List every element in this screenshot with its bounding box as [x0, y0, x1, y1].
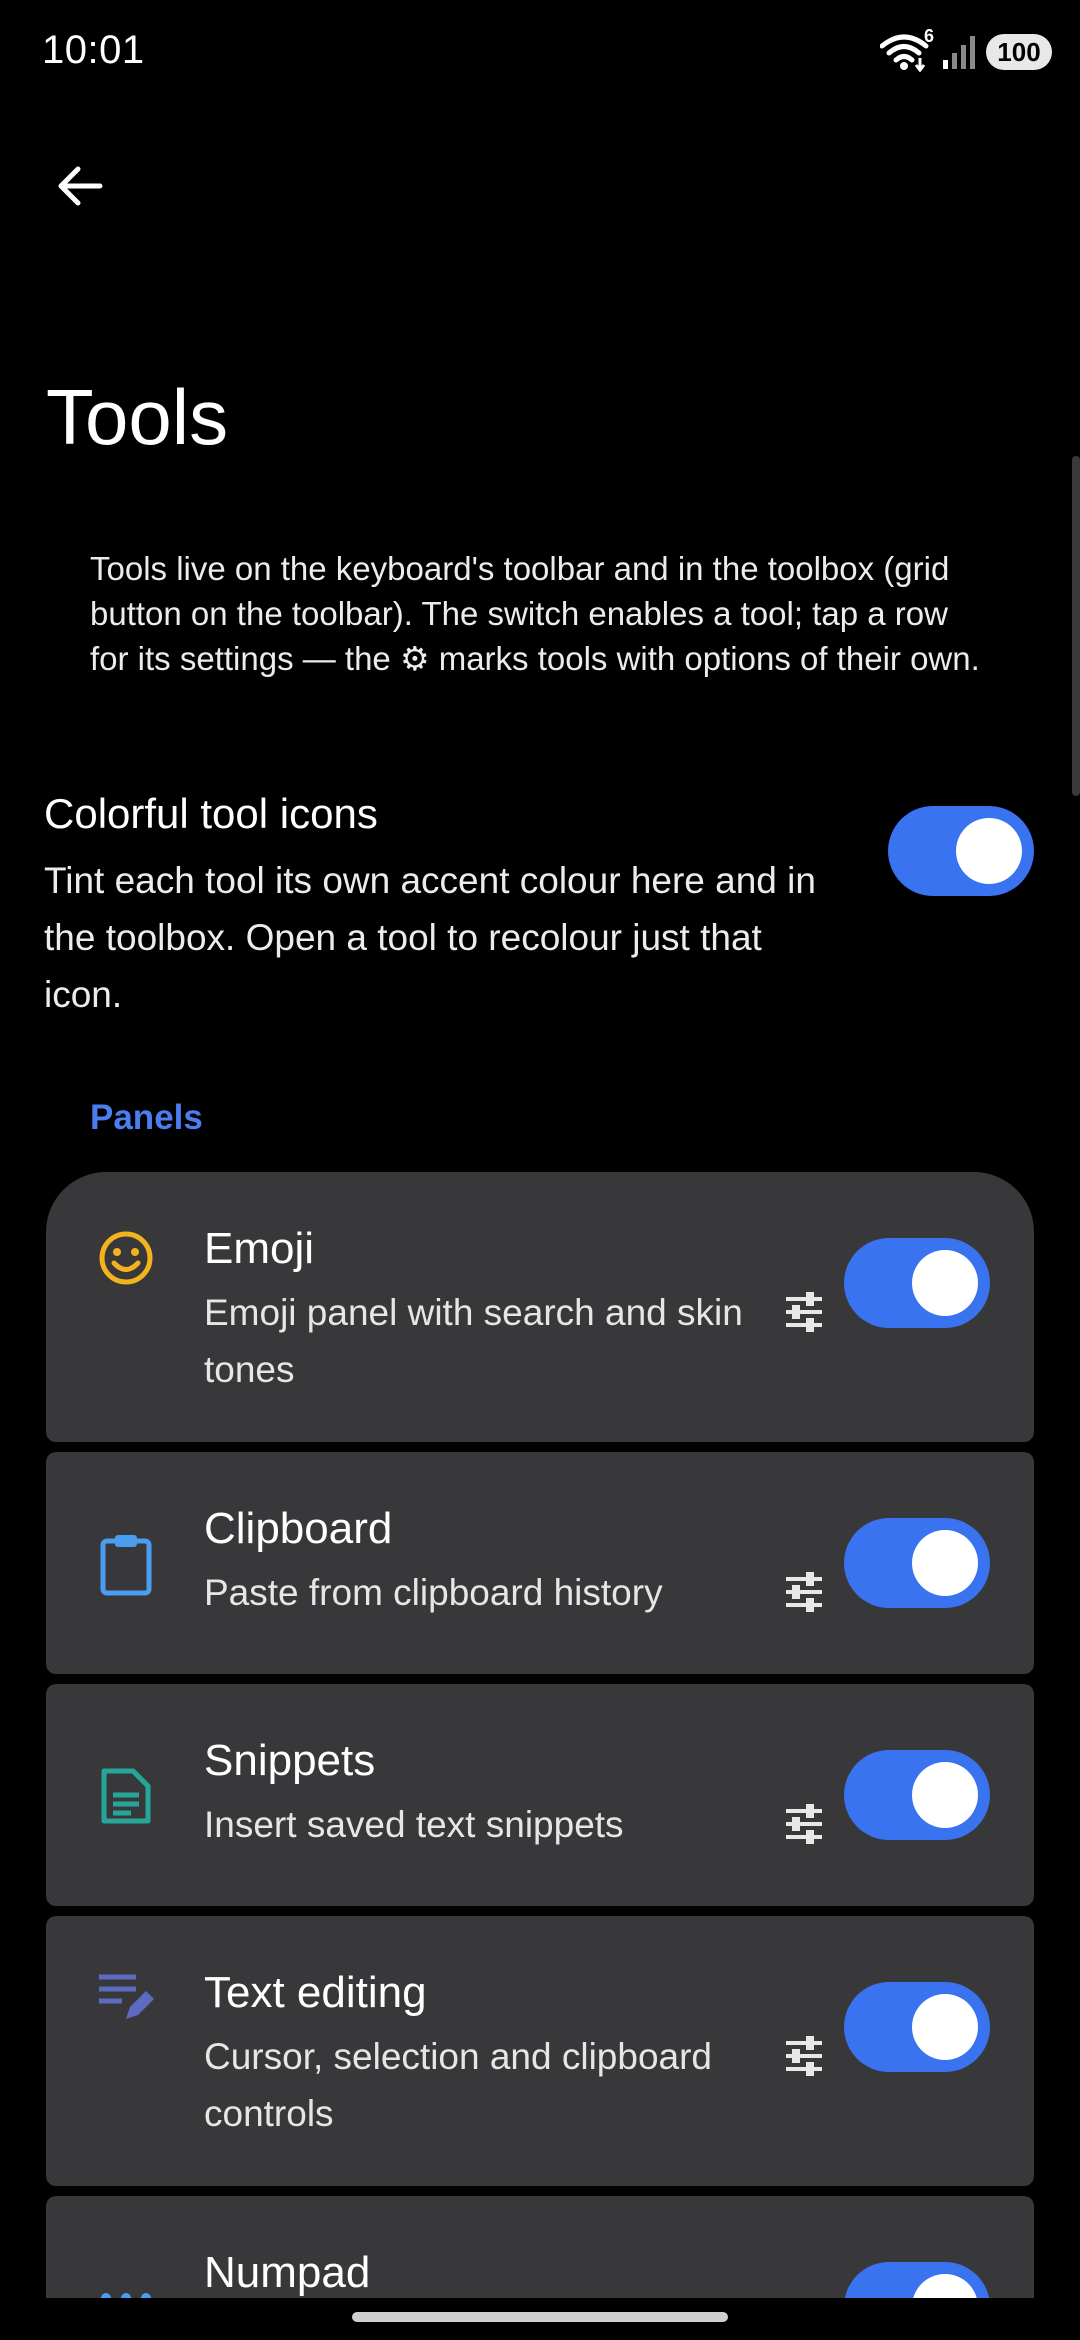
tool-name: Emoji — [204, 1224, 315, 1273]
colorful-icons-description: Tint each tool its own accent colour her… — [44, 860, 816, 1015]
tool-toggle-text-editing[interactable] — [844, 1982, 990, 2072]
tool-description: Paste from clipboard history — [204, 1572, 663, 1613]
toggle-knob — [912, 1530, 978, 1596]
colorful-icons-title: Colorful tool icons — [44, 790, 378, 837]
tool-name: Numpad — [204, 2248, 371, 2297]
tool-row-snippets[interactable]: Snippets Insert saved text snippets — [46, 1684, 1034, 1906]
tune-icon[interactable] — [776, 1796, 832, 1852]
status-icons: 6 100 — [879, 26, 1052, 74]
status-bar: 10:01 6 100 — [0, 0, 1080, 100]
tool-name: Clipboard — [204, 1504, 393, 1553]
tool-row-text-editing[interactable]: Text editing Cursor, selection and clipb… — [46, 1916, 1034, 2186]
toggle-knob — [912, 1994, 978, 2060]
toggle-knob — [912, 1762, 978, 1828]
tool-name: Snippets — [204, 1736, 376, 1785]
wifi-badge: 6 — [923, 26, 934, 46]
tools-description: Tools live on the keyboard's toolbar and… — [90, 550, 980, 677]
back-button[interactable] — [44, 150, 116, 222]
tune-icon[interactable] — [776, 1284, 832, 1340]
status-time: 10:01 — [42, 28, 145, 72]
tune-icon[interactable] — [776, 2028, 832, 2084]
signal-icon — [942, 34, 976, 70]
snippets-icon — [94, 1764, 158, 1828]
emoji-icon — [94, 1226, 158, 1290]
colorful-icons-setting[interactable]: Colorful tool icons Tint each tool its o… — [44, 790, 1044, 1030]
tool-toggle-clipboard[interactable] — [844, 1518, 990, 1608]
text-edit-icon — [94, 1966, 158, 2030]
tool-description: Insert saved text snippets — [204, 1804, 624, 1845]
arrow-back-icon — [58, 166, 103, 206]
tool-description: Emoji panel with search and skin tones — [204, 1292, 743, 1390]
screen: 10:01 6 100 Tools Tools live on the keyb… — [0, 0, 1080, 2340]
page-title: Tools — [46, 373, 229, 461]
tool-row-emoji[interactable]: Emoji Emoji panel with search and skin t… — [46, 1172, 1034, 1442]
toggle-knob — [956, 818, 1022, 884]
clipboard-icon — [94, 1532, 158, 1596]
toggle-knob — [912, 1250, 978, 1316]
tool-row-clipboard[interactable]: Clipboard Paste from clipboard history — [46, 1452, 1034, 1674]
tune-icon[interactable] — [776, 1564, 832, 1620]
tool-description: Cursor, selection and clipboard controls — [204, 2036, 713, 2134]
wifi-icon: 6 — [879, 26, 934, 73]
battery-icon: 100 — [986, 34, 1052, 70]
tool-toggle-snippets[interactable] — [844, 1750, 990, 1840]
tool-name: Text editing — [204, 1968, 427, 2017]
colorful-icons-toggle[interactable] — [888, 806, 1034, 896]
gesture-nav-handle[interactable] — [352, 2312, 728, 2322]
tool-toggle-emoji[interactable] — [844, 1238, 990, 1328]
section-header-panels: Panels — [90, 1098, 203, 1137]
scrollbar[interactable] — [1072, 456, 1080, 796]
